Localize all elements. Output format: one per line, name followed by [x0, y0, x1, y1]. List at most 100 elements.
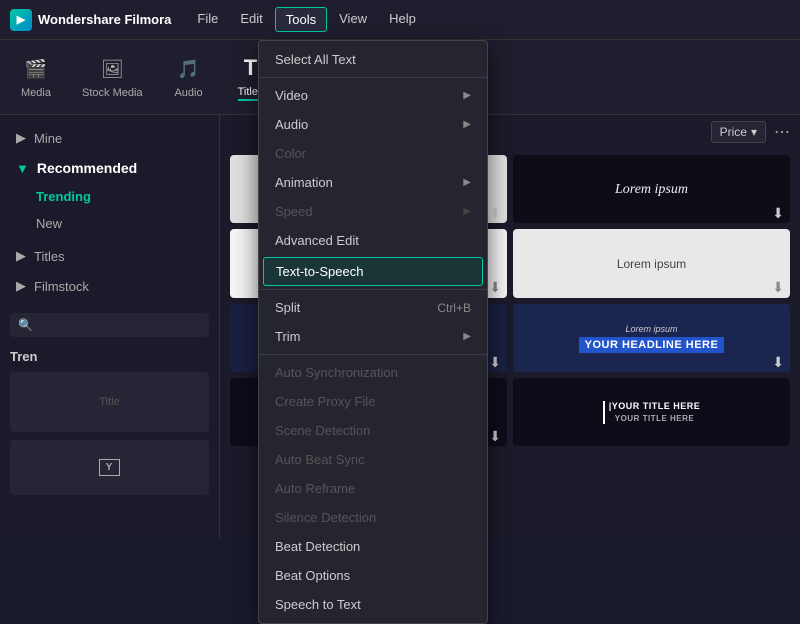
price-dropdown[interactable]: Price ▾: [711, 121, 766, 143]
menu-speech-to-text[interactable]: Speech to Text: [259, 590, 487, 619]
arrow-right-animation-icon: ▶: [463, 177, 471, 188]
menu-tools[interactable]: Tools: [275, 7, 327, 32]
media-icon: 🎬: [20, 55, 52, 83]
app-name: Wondershare Filmora: [38, 12, 171, 27]
menu-view[interactable]: View: [329, 7, 377, 32]
menu-audio[interactable]: Audio ▶: [259, 110, 487, 139]
sidebar-mine-label: Mine: [34, 131, 62, 146]
separator-1: [259, 77, 487, 78]
thumb-title41-img: Lorem ipsum ⬇: [513, 229, 790, 297]
thumb-title-dark2-img: |YOUR TITLE HEREYOUR TITLE HERE: [513, 378, 790, 446]
toolbar-stock-media[interactable]: 🖼 Stock Media: [82, 55, 143, 99]
logo-icon: ▶: [10, 9, 32, 31]
arrow-right-audio-icon: ▶: [463, 119, 471, 130]
sidebar-item-mine[interactable]: ▶ Mine: [0, 123, 219, 153]
menu-select-all-text[interactable]: Select All Text: [259, 45, 487, 74]
split-shortcut: Ctrl+B: [437, 301, 471, 315]
thumb-title10-headline-text: Your HEADLINE HERE: [585, 339, 719, 351]
toolbar-media-label: Media: [21, 87, 51, 99]
sidebar: ▶ Mine ▼ Recommended Trending New ▶ Titl…: [0, 115, 220, 538]
search-box[interactable]: 🔍: [10, 313, 209, 337]
sidebar-thumb-preview: Title: [10, 372, 209, 432]
download-icon-29: ⬇: [489, 205, 501, 222]
separator-3: [259, 354, 487, 355]
chevron-right-filmstock-icon: ▶: [16, 278, 26, 294]
sidebar-item-titles[interactable]: ▶ Titles: [0, 241, 219, 271]
price-label: Price: [720, 125, 747, 139]
thumb-title41-text: Lorem ipsum: [617, 257, 686, 271]
stock-media-icon: 🖼: [96, 55, 128, 83]
search-icon: 🔍: [18, 318, 33, 332]
arrow-right-icon: ▶: [463, 90, 471, 101]
more-options-button[interactable]: ⋯: [774, 122, 790, 142]
menu-file[interactable]: File: [187, 7, 228, 32]
menu-silence-detection: Silence Detection: [259, 503, 487, 532]
toolbar-audio-label: Audio: [174, 87, 202, 99]
menu-beat-detection[interactable]: Beat Detection: [259, 532, 487, 561]
thumb-title10-headline-bg: Your HEADLINE HERE: [579, 337, 725, 353]
sidebar-your-text: Y: [99, 459, 121, 476]
arrow-right-trim-icon: ▶: [463, 331, 471, 342]
download-icon-40: ⬇: [489, 354, 501, 371]
sidebar-item-recommended[interactable]: ▼ Recommended: [0, 153, 219, 183]
top-menu-bar: ▶ Wondershare Filmora File Edit Tools Vi…: [0, 0, 800, 40]
sidebar-titles-label: Titles: [34, 249, 65, 264]
menu-video[interactable]: Video ▶: [259, 81, 487, 110]
sidebar-title-label: Title: [99, 396, 119, 408]
price-chevron-icon: ▾: [751, 125, 757, 139]
menu-auto-reframe: Auto Reframe: [259, 474, 487, 503]
thumb-title41-content: Lorem ipsum: [617, 257, 686, 271]
menu-proxy: Create Proxy File: [259, 387, 487, 416]
thumb-title-dark2-text: |YOUR TITLE HEREYOUR TITLE HERE: [603, 401, 701, 424]
trending-section-title: Tren: [0, 341, 219, 368]
menu-beat-options[interactable]: Beat Options: [259, 561, 487, 590]
audio-icon: 🎵: [173, 55, 205, 83]
sidebar-filmstock-label: Filmstock: [34, 279, 89, 294]
menu-edit[interactable]: Edit: [230, 7, 272, 32]
menu-help[interactable]: Help: [379, 7, 426, 32]
toolbar-stock-label: Stock Media: [82, 87, 143, 99]
separator-2: [259, 289, 487, 290]
menu-trim[interactable]: Trim ▶: [259, 322, 487, 351]
sidebar-recommended-label: Recommended: [37, 160, 137, 176]
toolbar-media[interactable]: 🎬 Media: [20, 55, 52, 99]
sidebar-new-label: New: [36, 216, 62, 231]
thumb-title33[interactable]: Lorem ipsum ⬇ Title_33: [513, 155, 790, 223]
thumb-title10-img: Lorem ipsum Your HEADLINE HERE ⬇: [513, 304, 790, 372]
menu-color: Color: [259, 139, 487, 168]
chevron-right-icon: ▶: [16, 130, 26, 146]
sidebar-trending-label: Trending: [36, 189, 91, 204]
menu-text-to-speech[interactable]: Text-to-Speech: [263, 257, 483, 286]
download-icon-41: ⬇: [772, 279, 784, 296]
thumb-title10[interactable]: Lorem ipsum Your HEADLINE HERE ⬇ Title 1…: [513, 304, 790, 372]
sidebar-trending[interactable]: Trending: [0, 183, 219, 210]
menu-speed: Speed ▶: [259, 197, 487, 226]
sidebar-thumb-preview2: Y: [10, 440, 209, 495]
thumb-title10-content: Lorem ipsum Your HEADLINE HERE: [575, 320, 729, 357]
menu-auto-sync: Auto Synchronization: [259, 358, 487, 387]
thumb-title33-content: Lorem ipsum: [615, 182, 688, 198]
download-icon-33: ⬇: [772, 205, 784, 222]
thumb-title41[interactable]: Lorem ipsum ⬇ Title_41: [513, 229, 790, 297]
menu-auto-beat-sync: Auto Beat Sync: [259, 445, 487, 474]
arrow-right-speed-icon: ▶: [463, 206, 471, 217]
menu-scene-detection: Scene Detection: [259, 416, 487, 445]
menu-bar: File Edit Tools View Help: [187, 7, 425, 32]
sidebar-new[interactable]: New: [0, 210, 219, 237]
download-icon-10: ⬇: [772, 354, 784, 371]
download-icon-27: ⬇: [489, 279, 501, 296]
thumb-title-dark2[interactable]: |YOUR TITLE HEREYOUR TITLE HERE Your TIT…: [513, 378, 790, 446]
menu-split[interactable]: Split Ctrl+B: [259, 293, 487, 322]
sidebar-item-filmstock[interactable]: ▶ Filmstock: [0, 271, 219, 301]
menu-advanced-edit[interactable]: Advanced Edit: [259, 226, 487, 255]
menu-animation[interactable]: Animation ▶: [259, 168, 487, 197]
thumb-title10-subtext: Lorem ipsum: [579, 324, 725, 334]
app-logo: ▶ Wondershare Filmora: [10, 9, 171, 31]
sidebar-search: 🔍: [0, 309, 219, 341]
tools-dropdown-menu[interactable]: Select All Text Video ▶ Audio ▶ Color An…: [258, 40, 488, 624]
thumb-title-dark2-content: |YOUR TITLE HEREYOUR TITLE HERE: [599, 397, 705, 428]
toolbar-audio[interactable]: 🎵 Audio: [173, 55, 205, 99]
chevron-right-titles-icon: ▶: [16, 248, 26, 264]
thumb-title33-img: Lorem ipsum ⬇: [513, 155, 790, 223]
thumb-title33-text: Lorem ipsum: [615, 182, 688, 198]
